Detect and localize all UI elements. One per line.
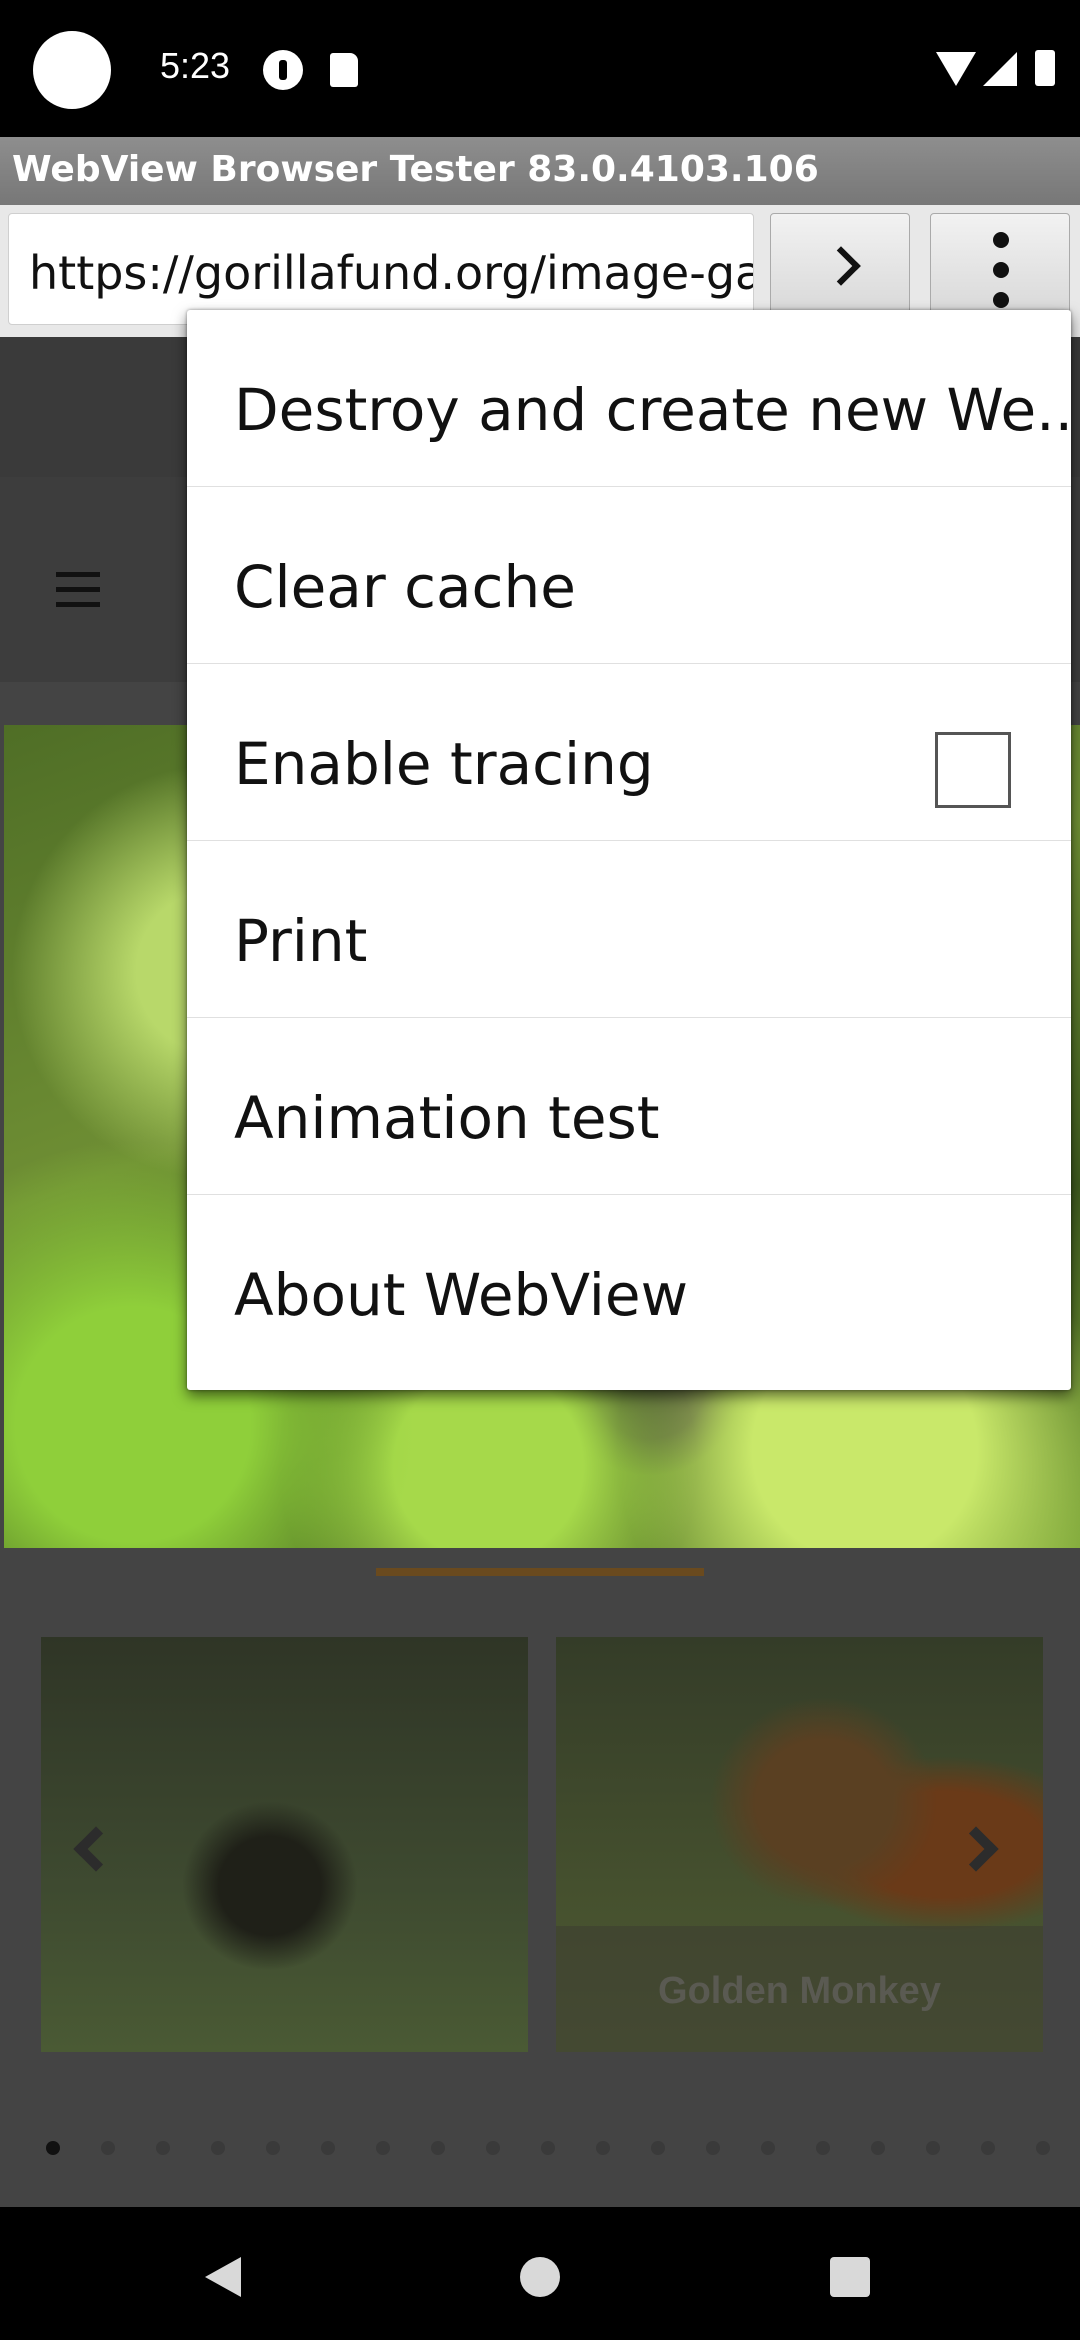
app-title: WebView Browser Tester 83.0.4103.106 [0,137,1080,205]
pager-dot[interactable] [211,2141,225,2155]
url-input[interactable]: https://gorillafund.org/image-ga [8,213,754,325]
overflow-menu-button[interactable] [930,213,1070,325]
pager-dot[interactable] [266,2141,280,2155]
menu-dot [993,262,1009,278]
pager-dot[interactable] [46,2141,60,2155]
tracing-checkbox[interactable] [935,732,1011,808]
pager-dot[interactable] [651,2141,665,2155]
device-screen: 5:23 WebView Browser Tester 83.0.4103.10… [0,0,1080,2340]
pager-dot[interactable] [541,2141,555,2155]
pager-dot[interactable] [486,2141,500,2155]
chevron-right-icon [821,246,861,286]
pager-dot[interactable] [1036,2141,1050,2155]
sd-card-icon [330,53,358,87]
hamburger-menu-icon[interactable] [56,572,100,608]
go-button[interactable] [770,213,910,325]
home-icon[interactable] [520,2257,560,2297]
pager-dot[interactable] [926,2141,940,2155]
menu-item-clear-cache[interactable]: Clear cache [187,487,1071,664]
menu-item-about-webview[interactable]: About WebView [187,1195,1071,1390]
pager-dot[interactable] [321,2141,335,2155]
navigation-bar [0,2207,1080,2340]
pager-dot[interactable] [706,2141,720,2155]
battery-icon [1035,50,1055,86]
pager-dot[interactable] [761,2141,775,2155]
carousel-pager [46,2141,1076,2161]
pager-dot[interactable] [101,2141,115,2155]
pager-dot[interactable] [431,2141,445,2155]
back-icon[interactable] [205,2257,241,2297]
pager-dot[interactable] [156,2141,170,2155]
pager-dot[interactable] [871,2141,885,2155]
recents-icon[interactable] [830,2257,870,2297]
overflow-menu: Destroy and create new We.. Clear cache … [187,310,1071,1390]
menu-dot [993,292,1009,308]
menu-item-destroy-webview[interactable]: Destroy and create new We.. [187,310,1071,487]
pager-dot[interactable] [816,2141,830,2155]
status-time: 5:23 [160,45,231,86]
menu-item-animation-test[interactable]: Animation test [187,1018,1071,1195]
pager-dot[interactable] [376,2141,390,2155]
privacy-indicator-icon [263,50,303,90]
status-bar: 5:23 [0,0,1080,137]
pager-dot[interactable] [981,2141,995,2155]
menu-item-print[interactable]: Print [187,841,1071,1018]
thumbnail-caption: Golden Monkey [556,1926,1043,2052]
camera-cutout [33,31,111,109]
pager-dot[interactable] [596,2141,610,2155]
cell-signal-icon [983,52,1017,86]
carousel-accent-bar [376,1568,704,1576]
wifi-icon [936,52,976,86]
menu-dot [993,232,1009,248]
